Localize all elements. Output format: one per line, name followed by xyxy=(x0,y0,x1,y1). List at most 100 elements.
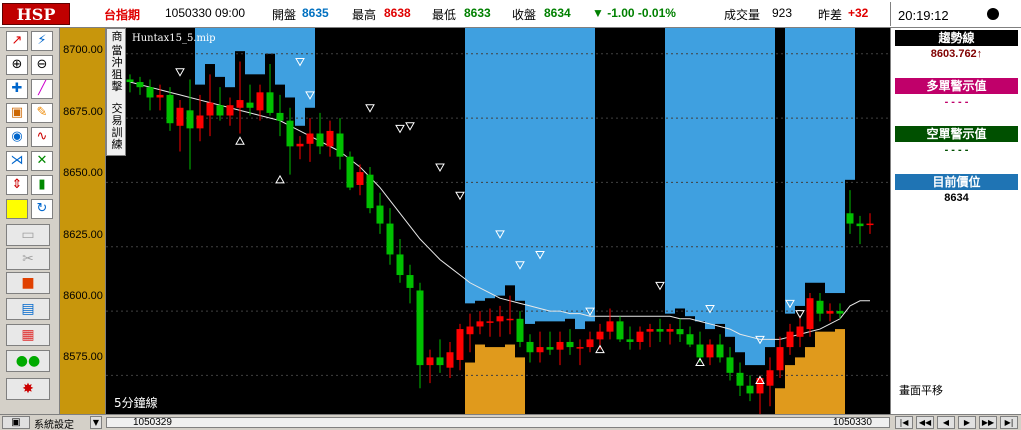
fan-icon[interactable]: ⋊ xyxy=(6,151,28,171)
y-tick: 8650.00 xyxy=(63,167,103,179)
pencil-icon[interactable]: ✎ xyxy=(31,103,53,123)
candle-body xyxy=(796,326,804,337)
candle-body xyxy=(276,112,284,121)
high-value: 8638 xyxy=(384,6,411,20)
settings-label[interactable]: 系統設定 xyxy=(34,416,74,430)
menu-item-training[interactable]: 交易訓練 xyxy=(110,103,124,151)
first-icon[interactable]: |◀ xyxy=(895,416,913,429)
back-icon[interactable]: ◀ xyxy=(937,416,955,429)
candle-type-icon[interactable]: ▮ xyxy=(31,175,53,195)
open-label: 開盤 xyxy=(272,8,297,22)
candle-body xyxy=(676,329,684,335)
candle-body xyxy=(136,82,144,88)
fast-forward-icon[interactable]: ▶▶ xyxy=(979,416,997,429)
low-label: 最低 xyxy=(432,8,457,22)
candle-body xyxy=(546,347,554,350)
forward-icon[interactable]: ▶ xyxy=(958,416,976,429)
candle-body xyxy=(766,370,774,386)
sell-signal-marker xyxy=(435,163,445,172)
bullish-zone xyxy=(805,347,815,414)
candle-body xyxy=(856,223,864,227)
short-alert-value: - - - - xyxy=(944,144,969,156)
bullish-zone xyxy=(485,347,495,414)
candle-body xyxy=(246,102,254,108)
crosshair-icon[interactable]: ✚ xyxy=(6,79,28,99)
menu-item-shop[interactable]: 商 xyxy=(110,31,124,43)
grid-icon[interactable]: ▦ xyxy=(6,324,50,346)
trendline-tool-icon[interactable]: ↗ xyxy=(6,31,28,51)
candle-body xyxy=(556,341,564,350)
group-icon[interactable]: ◉ xyxy=(6,127,28,147)
line-draw-icon[interactable]: ╱ xyxy=(31,79,53,99)
candle-body xyxy=(146,87,154,98)
candle-body xyxy=(786,331,794,348)
end-date: 1050330 xyxy=(833,417,872,428)
candle-body xyxy=(626,339,634,342)
sell-signal-marker xyxy=(395,124,405,134)
bullish-zone xyxy=(505,344,515,414)
candle-body xyxy=(306,133,314,144)
sell-signal-marker xyxy=(175,68,185,77)
highlight-icon[interactable] xyxy=(6,199,28,219)
candle-body xyxy=(696,344,704,358)
cross-arrows-icon[interactable]: ✕ xyxy=(31,151,53,171)
refresh-icon[interactable]: ↻ xyxy=(31,199,53,219)
updown-icon[interactable]: ⇕ xyxy=(6,175,28,195)
menu-item-daytrade[interactable]: 當沖狙擊 xyxy=(110,45,124,93)
sell-signal-marker xyxy=(405,122,415,131)
price-change: ▼ -1.00 -0.01% xyxy=(592,6,676,20)
candle-body xyxy=(266,92,274,113)
price-chart[interactable]: 商 當沖狙擊 交易訓練 Huntax15_5.mip 5分鐘線 xyxy=(106,28,890,414)
zoom-in-icon[interactable]: ⊕ xyxy=(6,55,28,75)
last-icon[interactable]: ▶| xyxy=(1000,416,1018,429)
close-label: 收盤 xyxy=(512,8,537,22)
candle-body xyxy=(396,254,404,276)
report-icon[interactable]: ▤ xyxy=(6,298,50,320)
strategy-menu: 商 當沖狙擊 交易訓練 xyxy=(106,28,126,156)
close-icon[interactable] xyxy=(987,8,999,20)
time-scrollbar[interactable]: 1050329 1050330 xyxy=(106,417,890,428)
dropdown-arrow-icon[interactable]: ▼ xyxy=(90,416,102,429)
candle-body xyxy=(506,318,514,321)
y-tick: 8600.00 xyxy=(63,290,103,302)
sell-signal-marker xyxy=(655,281,665,291)
sell-signal-marker xyxy=(365,104,375,113)
volume-value: 923 xyxy=(772,6,793,20)
y-tick: 8700.00 xyxy=(63,44,103,56)
candle-body xyxy=(566,341,574,348)
people-icon[interactable]: ●● xyxy=(6,350,50,372)
folder-icon[interactable]: ▭ xyxy=(6,224,50,246)
candle-body xyxy=(726,357,734,373)
candle-body xyxy=(446,352,454,368)
candle-body xyxy=(176,107,184,126)
candle-body xyxy=(686,334,694,345)
settings-button[interactable]: ▣ xyxy=(2,416,30,429)
diff-label: 昨差 xyxy=(818,8,843,22)
stop-icon[interactable]: ■ xyxy=(6,272,50,294)
symbol-name[interactable]: 台指期 xyxy=(104,6,140,23)
quote-header: HSP 台指期 1050330 09:00 開盤 8635 最高 8638 最低… xyxy=(0,0,1021,28)
lock-icon[interactable]: ▣ xyxy=(6,103,28,123)
wave-icon[interactable]: ∿ xyxy=(31,127,53,147)
indicator-file-label: Huntax15_5.mip xyxy=(132,33,216,44)
candle-body xyxy=(806,298,814,330)
bullish-zone xyxy=(785,365,795,414)
burst-icon[interactable]: ✸ xyxy=(6,378,50,400)
bullish-zone xyxy=(475,344,485,414)
drawing-toolbar: ↗ ⚡ ⊕ ⊖ ✚ ╱ ▣ ✎ ◉ ∿ ⋊ ✕ ⇕ ▮ ↻ ▭ ✂ ■ ▤ ▦ … xyxy=(0,28,60,414)
bullish-zone xyxy=(775,388,785,414)
date-time: 1050330 09:00 xyxy=(165,6,246,20)
bullish-zone xyxy=(835,329,845,414)
candle-body xyxy=(126,79,134,83)
candle-body xyxy=(376,205,384,224)
candle-body xyxy=(366,174,374,209)
high-label: 最高 xyxy=(352,8,377,22)
short-alert-title: 空單警示值 xyxy=(895,126,1018,142)
candle-body xyxy=(356,172,364,185)
split-tool-icon[interactable]: ⚡ xyxy=(31,31,53,51)
fast-back-icon[interactable]: ◀◀ xyxy=(916,416,934,429)
zoom-out-icon[interactable]: ⊖ xyxy=(31,55,53,75)
price-axis: 8700.00 8675.00 8650.00 8625.00 8600.00 … xyxy=(60,28,106,414)
candle-body xyxy=(866,223,874,226)
scissors-icon[interactable]: ✂ xyxy=(6,248,50,270)
